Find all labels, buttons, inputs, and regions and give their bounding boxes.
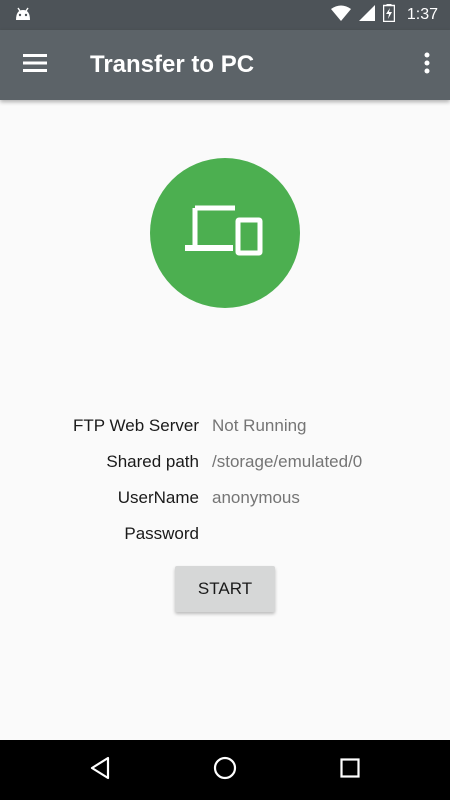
menu-button[interactable]: [14, 44, 56, 86]
hero-circle: [150, 158, 300, 308]
info-row-shared-path: Shared path /storage/emulated/0: [0, 444, 450, 480]
info-row-ftp-server: FTP Web Server Not Running: [0, 408, 450, 444]
signal-icon: [358, 4, 375, 26]
more-vert-icon: [424, 52, 430, 79]
page-title: Transfer to PC: [90, 51, 255, 78]
start-button[interactable]: START: [175, 566, 275, 612]
wifi-icon: [330, 5, 351, 26]
back-icon: [89, 756, 111, 785]
info-label: UserName: [117, 488, 199, 507]
home-button[interactable]: [205, 750, 245, 790]
home-icon: [213, 756, 237, 785]
android-icon: [14, 6, 32, 22]
recents-icon: [340, 757, 360, 783]
info-value: anonymous: [212, 488, 300, 507]
navigation-bar: [0, 740, 450, 800]
info-label: Shared path: [106, 452, 199, 471]
battery-charging-icon: [382, 3, 396, 27]
back-button[interactable]: [80, 750, 120, 790]
recents-button[interactable]: [330, 750, 370, 790]
app-bar: Transfer to PC: [0, 30, 450, 100]
info-value: /storage/emulated/0: [212, 452, 363, 471]
status-time: 1:37: [406, 6, 438, 23]
devices-icon: [185, 205, 265, 262]
info-row-password: Password: [0, 516, 450, 552]
status-bar: 1:37: [0, 0, 450, 30]
info-label: FTP Web Server: [73, 416, 199, 435]
info-row-username: UserName anonymous: [0, 480, 450, 516]
info-label: Password: [124, 524, 199, 543]
info-value: Not Running: [212, 416, 307, 435]
menu-icon: [23, 53, 47, 77]
overflow-menu-button[interactable]: [412, 44, 442, 86]
